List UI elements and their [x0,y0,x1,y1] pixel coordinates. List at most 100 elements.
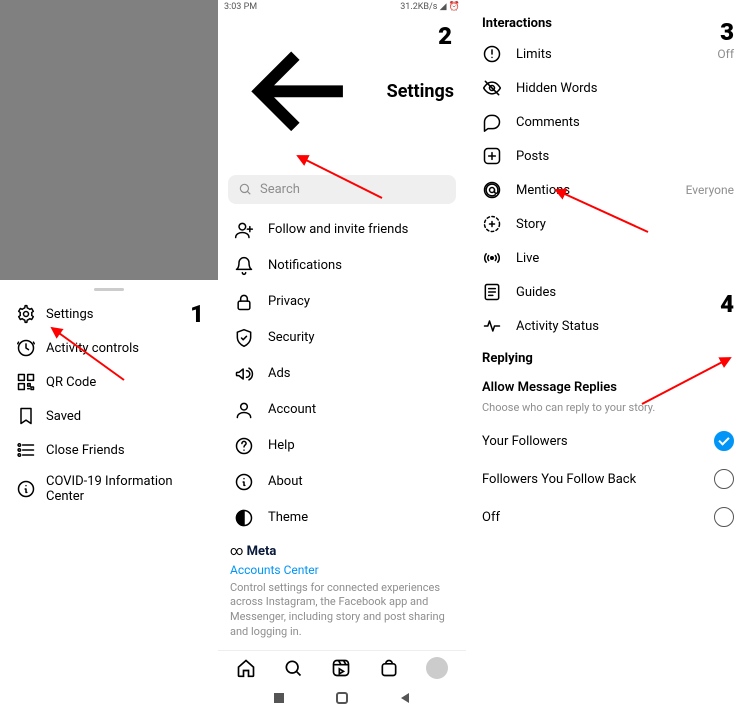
reply-option-followers-you-follow-back[interactable]: Followers You Follow Back [466,460,750,498]
bottom-nav [218,650,466,685]
guides-icon [482,282,502,302]
interactions-item-value: Everyone [686,183,734,197]
activity-icon [482,316,502,336]
settings-notifications[interactable]: Notifications [226,248,462,284]
settings-help[interactable]: Help [226,428,462,464]
interactions-item-label: Mentions [516,183,570,198]
interactions-item-value: Off [717,47,734,61]
shop-icon[interactable] [379,658,399,678]
interactions-item-label: Hidden Words [516,81,597,96]
reply-option-label: Your Followers [482,434,568,449]
interactions-item-label: Guides [516,285,556,300]
sys-recent-icon[interactable] [272,691,286,705]
meta-brand: ∞ Meta [230,544,454,559]
reply-option-your-followers[interactable]: Your Followers [466,422,750,460]
menu-settings[interactable]: Settings [0,297,218,331]
reply-option-off[interactable]: Off [466,498,750,536]
step-3-label: 3 [720,18,734,46]
interactions-item-label: Limits [516,47,552,62]
user-icon [234,400,254,420]
settings-account[interactable]: Account [226,392,462,428]
settings-security[interactable]: Security [226,320,462,356]
nav-search-icon[interactable] [283,658,303,678]
settings-item-label: Theme [268,510,308,525]
system-nav [218,685,466,711]
panel1-menu-sheet: Settings Activity controls QR CodeSaved Clo… [0,280,218,500]
signal-icon: ◢ ⏰ [440,2,460,12]
status-bar: 3:03 PM 31.2KB/s ◢ ⏰ [218,0,466,12]
interactions-comments[interactable]: Comments [466,105,750,139]
status-net: 31.2KB/s [400,2,437,12]
help-icon [234,436,254,456]
interactions-posts[interactable]: Posts [466,139,750,173]
interactions-mentions[interactable]: Mentions Everyone [466,173,750,207]
radio-icon[interactable] [714,431,734,451]
menu-covid-19-information-center[interactable]: COVID-19 Information Center [0,467,218,511]
theme-icon [234,508,254,528]
interactions-item-label: Live [516,251,539,266]
menu-close-friends[interactable]: Close Friends [0,433,218,467]
allow-replies-sub: Choose who can reply to your story. [466,401,750,422]
menu-item-label: Close Friends [46,443,125,458]
interactions-live[interactable]: Live [466,241,750,275]
menu-item-label: Activity controls [46,341,139,356]
lock-icon [234,292,254,312]
interactions-item-label: Story [516,217,546,232]
back-icon[interactable] [230,20,373,163]
gear-icon [16,304,36,324]
story-plus-icon [482,214,502,234]
interactions-activity-status[interactable]: Activity Status [466,309,750,343]
megaphone-icon [234,364,254,384]
comment-icon [482,112,502,132]
settings-item-label: Follow and invite friends [268,222,408,237]
menu-activity-controls[interactable]: Activity controls [0,331,218,365]
mention-icon [482,180,502,200]
menu-saved[interactable]: Saved [0,399,218,433]
settings-privacy[interactable]: Privacy [226,284,462,320]
interactions-item-label: Posts [516,149,549,164]
settings-about[interactable]: About [226,464,462,500]
step-4-label: 4 [720,290,734,318]
add-user-icon [234,220,254,240]
settings-item-label: Notifications [268,258,342,273]
info-icon [16,479,36,499]
interactions-story[interactable]: Story [466,207,750,241]
accounts-center-link[interactable]: Accounts Center [230,559,454,581]
drag-handle[interactable] [94,288,124,291]
reels-icon[interactable] [331,658,351,678]
sys-home-icon[interactable] [335,691,349,705]
radio-icon[interactable] [714,507,734,527]
interactions-limits[interactable]: Limits Off [466,37,750,71]
menu-item-label: Settings [46,307,93,322]
list-icon [16,440,36,460]
clock-icon [16,338,36,358]
home-icon[interactable] [236,658,256,678]
interactions-hidden-words[interactable]: Hidden Words [466,71,750,105]
bookmark-icon [16,406,36,426]
profile-avatar[interactable] [426,657,448,679]
step-1-label: 1 [190,300,204,328]
reply-option-label: Followers You Follow Back [482,472,636,487]
step-2-label: 2 [438,22,452,50]
qr-icon [16,372,36,392]
meta-description: Control settings for connected experienc… [230,581,454,640]
interactions-guides[interactable]: Guides [466,275,750,309]
radio-icon[interactable] [714,469,734,489]
search-input[interactable]: Search [228,175,456,204]
bell-icon [234,256,254,276]
settings-item-label: Security [268,330,315,345]
info-icon [234,472,254,492]
menu-qr-code[interactable]: QR Code [0,365,218,399]
plus-icon [482,146,502,166]
sys-back-icon[interactable] [398,691,412,705]
eye-icon [482,78,502,98]
search-placeholder: Search [260,182,300,197]
settings-item-label: About [268,474,303,489]
settings-follow-and-invite-friends[interactable]: Follow and invite friends [226,212,462,248]
settings-item-label: Privacy [268,294,310,309]
settings-ads[interactable]: Ads [226,356,462,392]
settings-item-label: Help [268,438,295,453]
settings-theme[interactable]: Theme [226,500,462,536]
interactions-heading: Interactions [466,8,750,37]
allow-replies-heading: Allow Message Replies [466,372,750,401]
